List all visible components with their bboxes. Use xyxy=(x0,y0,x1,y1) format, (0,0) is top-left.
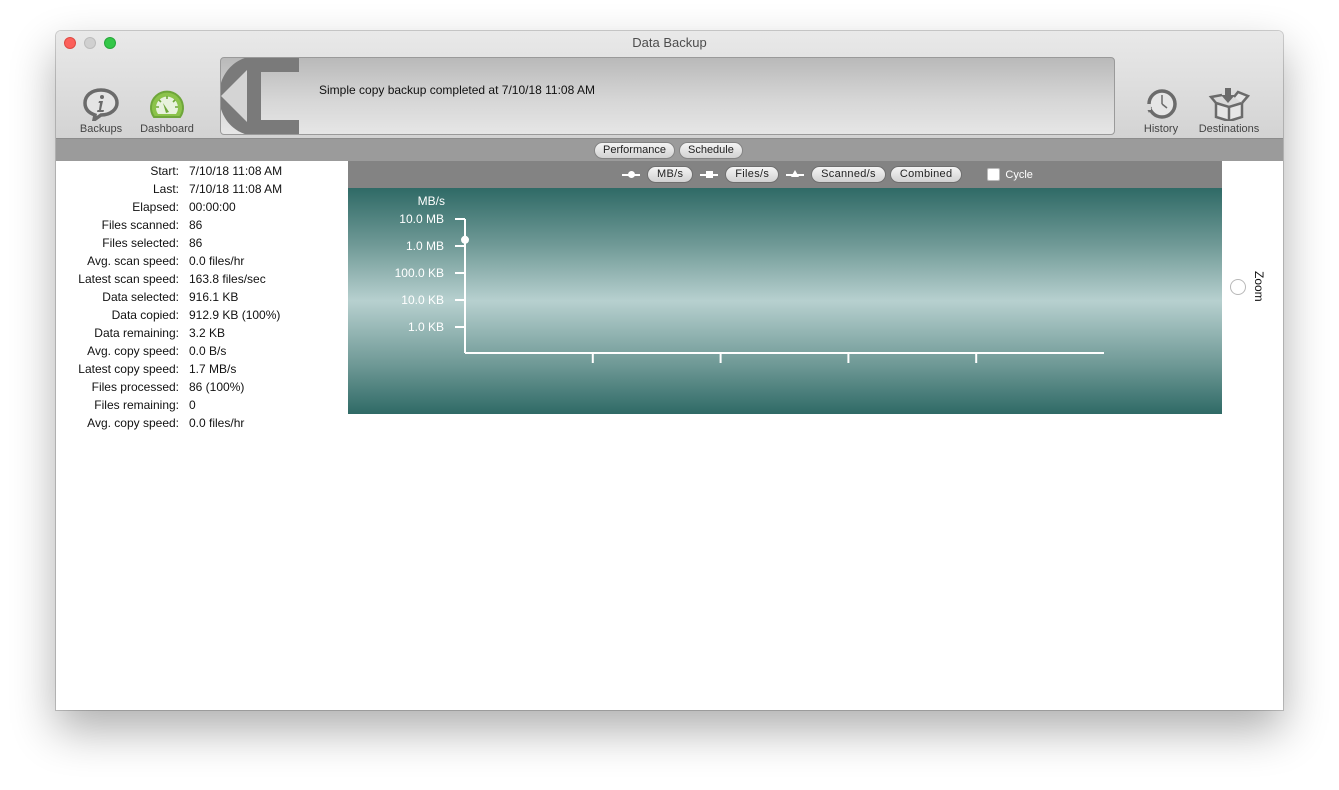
back-arrow-icon[interactable] xyxy=(220,57,303,135)
stat-value: 3.2 KB xyxy=(189,326,226,340)
clock-history-icon xyxy=(1146,89,1177,119)
stat-label: Latest copy speed: xyxy=(78,362,179,376)
stat-label: Avg. copy speed: xyxy=(87,344,179,358)
performance-chart: MB/s Files/s Scanned/s Combined Cycle MB… xyxy=(348,161,1222,414)
box-download-icon xyxy=(1208,88,1250,121)
stat-row: Start: 7/10/18 11:08 AM xyxy=(56,162,348,180)
speedometer-icon xyxy=(150,90,184,118)
y-tick-label: 100.0 KB xyxy=(395,266,444,280)
stat-row: Avg. copy speed: 0.0 files/hr xyxy=(56,414,348,432)
series-mbps-button[interactable]: MB/s xyxy=(648,167,693,182)
circle-marker-icon xyxy=(620,168,642,182)
stat-value: 0.0 files/hr xyxy=(189,254,245,268)
toolbar-dashboard-button[interactable]: Dashboard xyxy=(137,87,197,135)
chart-plot-area: MB/s 10.0 MB 1.0 MB 100.0 KB 10.0 KB 1.0 KB xyxy=(348,188,1222,414)
stat-value: 7/10/18 11:08 AM xyxy=(189,164,283,178)
toolbar-backups-label: Backups xyxy=(79,123,123,135)
stat-value: 0 xyxy=(189,398,196,412)
chart-svg: MB/s 10.0 MB 1.0 MB 100.0 KB 10.0 KB 1.0 KB xyxy=(395,194,1104,363)
stat-label: Data copied: xyxy=(111,308,179,322)
toolbar-destinations-label: Destinations xyxy=(1198,123,1260,135)
stat-value: 86 (100%) xyxy=(189,380,245,394)
toolbar-backups-button[interactable]: Backups xyxy=(78,87,124,135)
stat-row: Files selected: 86 xyxy=(56,234,348,252)
stat-row: Data copied: 912.9 KB (100%) xyxy=(56,306,348,324)
cycle-checkbox[interactable] xyxy=(987,168,1001,181)
toolbar-destinations-button[interactable]: Destinations xyxy=(1194,87,1264,135)
stat-value: 86 xyxy=(189,218,203,232)
toolbar-history-button[interactable]: History xyxy=(1139,87,1183,135)
window-title: Data Backup xyxy=(632,35,707,50)
app-window: Data Backup Backups Dashboard Simple cop… xyxy=(56,31,1283,710)
stat-value: 912.9 KB (100%) xyxy=(189,308,281,322)
stat-label: Files selected: xyxy=(102,236,179,250)
tab-schedule[interactable]: Schedule xyxy=(679,143,742,158)
stat-value: 7/10/18 11:08 AM xyxy=(189,182,283,196)
stat-value: 916.1 KB xyxy=(189,290,239,304)
stat-label: Files remaining: xyxy=(94,398,179,412)
stat-label: Avg. scan speed: xyxy=(87,254,179,268)
stat-row: Last: 7/10/18 11:08 AM xyxy=(56,180,348,198)
stat-label: Avg. copy speed: xyxy=(87,416,179,430)
zoom-radio[interactable] xyxy=(1230,279,1246,295)
combined-button[interactable]: Combined xyxy=(890,167,962,182)
stat-label: Data remaining: xyxy=(94,326,179,340)
triangle-marker-icon xyxy=(784,168,806,182)
stat-label: Last: xyxy=(152,182,179,196)
chart-legend-bar: MB/s Files/s Scanned/s Combined Cycle xyxy=(348,161,1222,188)
stat-row: Files scanned: 86 xyxy=(56,216,348,234)
y-tick-label: 1.0 MB xyxy=(406,239,444,253)
info-bubble-icon xyxy=(83,88,119,121)
stat-row: Files remaining: 0 xyxy=(56,396,348,414)
y-axis-label: MB/s xyxy=(418,194,445,208)
zoom-label: Zoom xyxy=(1252,271,1266,302)
stat-value: 0.0 B/s xyxy=(189,344,227,358)
data-point xyxy=(461,235,469,244)
stat-label: Start: xyxy=(150,164,179,178)
stat-row: Files processed: 86 (100%) xyxy=(56,378,348,396)
stat-value: 86 xyxy=(189,236,203,250)
cycle-toggle[interactable]: Cycle xyxy=(987,168,1033,181)
square-marker-icon xyxy=(698,168,720,182)
stat-label: Latest scan speed: xyxy=(78,272,179,286)
stat-row: Avg. scan speed: 0.0 files/hr xyxy=(56,252,348,270)
tab-performance[interactable]: Performance xyxy=(595,143,674,158)
status-panel: Simple copy backup completed at 7/10/18 … xyxy=(220,57,1115,135)
stat-value: 00:00:00 xyxy=(189,200,236,214)
series-scanned-button[interactable]: Scanned/s xyxy=(812,167,885,182)
stat-row: Avg. copy speed: 0.0 B/s xyxy=(56,342,348,360)
toolbar-dashboard-label: Dashboard xyxy=(140,123,194,135)
y-tick-label: 10.0 MB xyxy=(399,212,444,226)
stat-value: 0.0 files/hr xyxy=(189,416,245,430)
series-files-button[interactable]: Files/s xyxy=(726,167,779,182)
titlebar: Data Backup Backups Dashboard Simple cop… xyxy=(56,31,1283,139)
stat-label: Files processed: xyxy=(91,380,179,394)
stat-label: Elapsed: xyxy=(132,200,179,214)
cycle-label: Cycle xyxy=(1005,168,1033,181)
y-tick-label: 1.0 KB xyxy=(408,320,444,334)
stats-panel: Start: 7/10/18 11:08 AM Last: 7/10/18 11:08… xyxy=(56,162,348,432)
status-message: Simple copy backup completed at 7/10/18 … xyxy=(319,83,595,97)
stat-row: Data selected: 916.1 KB xyxy=(56,288,348,306)
stat-label: Files scanned: xyxy=(101,218,179,232)
y-tick-label: 10.0 KB xyxy=(401,293,444,307)
stat-value: 163.8 files/sec xyxy=(189,272,266,286)
stat-row: Elapsed: 00:00:00 xyxy=(56,198,348,216)
stat-value: 1.7 MB/s xyxy=(189,362,237,376)
stat-row: Latest scan speed: 163.8 files/sec xyxy=(56,270,348,288)
view-tabbar: Performance Schedule xyxy=(56,139,1283,161)
stat-row: Latest copy speed: 1.7 MB/s xyxy=(56,360,348,378)
toolbar-history-label: History xyxy=(1143,123,1179,135)
stat-label: Data selected: xyxy=(102,290,179,304)
stat-row: Data remaining: 3.2 KB xyxy=(56,324,348,342)
